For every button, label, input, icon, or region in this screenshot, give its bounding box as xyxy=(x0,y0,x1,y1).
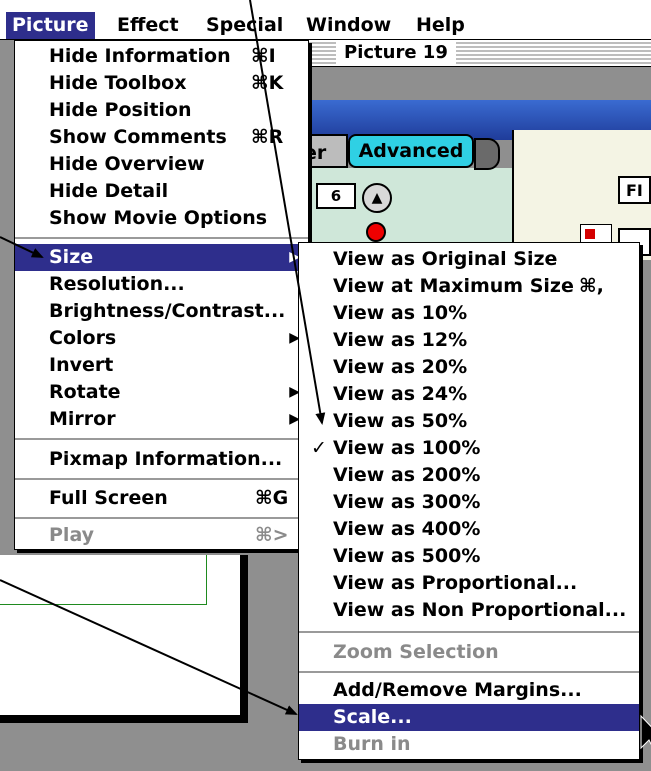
menu-item-full-screen[interactable]: Full Screen ⌘G xyxy=(15,485,308,512)
shortcut: ⌘, xyxy=(579,275,604,297)
menu-effect[interactable]: Effect xyxy=(111,12,185,39)
shortcut: ⌘> xyxy=(255,524,289,546)
menu-item-burn-in: Burn in xyxy=(333,733,411,755)
menu-item-resolution[interactable]: Resolution... xyxy=(15,271,308,298)
menu-item-view-300[interactable]: View as 300% xyxy=(299,489,639,516)
menu-separator xyxy=(15,517,308,519)
selection-line xyxy=(0,604,206,605)
menu-separator xyxy=(15,478,308,480)
menu-item-view-200[interactable]: View as 200% xyxy=(299,462,639,489)
menu-item-view-20[interactable]: View as 20% xyxy=(299,354,639,381)
menu-item-play: Play ⌘> xyxy=(15,522,308,549)
menu-item-view-400[interactable]: View as 400% xyxy=(299,516,639,543)
image-canvas xyxy=(0,555,248,723)
menu-item-invert[interactable]: Invert xyxy=(15,352,308,379)
menu-item-view-10[interactable]: View as 10% xyxy=(299,300,639,327)
menu-item-view-non-proportional[interactable]: View as Non Proportional... xyxy=(299,597,639,624)
menu-item-zoom-selection: Zoom Selection xyxy=(333,641,499,663)
menu-item-hide-overview[interactable]: Hide Overview xyxy=(15,151,308,178)
menu-item-view-50[interactable]: View as 50% xyxy=(299,408,639,435)
menu-item-view-100[interactable]: ✓ View as 100% xyxy=(299,435,639,462)
menu-bar: Picture Effect Special Window Help xyxy=(0,12,651,40)
menu-item-view-12[interactable]: View as 12% xyxy=(299,327,639,354)
menu-item-view-24[interactable]: View as 24% xyxy=(299,381,639,408)
menu-item-rotate[interactable]: Rotate ▶ xyxy=(15,379,308,406)
menu-item-view-500[interactable]: View as 500% xyxy=(299,543,639,570)
menu-item-view-maximum-size[interactable]: View at Maximum Size ⌘, xyxy=(299,273,639,300)
advanced-tab-button[interactable]: Advanced xyxy=(348,134,474,168)
menu-item-show-movie-options[interactable]: Show Movie Options xyxy=(15,205,308,232)
up-arrow-button[interactable]: ▲ xyxy=(362,183,392,213)
selection-line xyxy=(206,555,207,605)
menu-item-hide-information[interactable]: Hide Information ⌘I xyxy=(15,43,308,70)
shortcut: ⌘G xyxy=(255,487,289,509)
menu-item-scale[interactable]: Scale... xyxy=(299,704,639,731)
menu-separator xyxy=(299,671,639,673)
menu-item-mirror[interactable]: Mirror ▶ xyxy=(15,406,308,433)
counter-field[interactable]: 6 xyxy=(316,183,356,209)
size-submenu: View as Original Size View at Maximum Si… xyxy=(298,242,640,760)
menu-separator xyxy=(299,631,639,633)
shortcut: ⌘K xyxy=(251,72,284,94)
window-title: Picture 19 xyxy=(336,42,456,64)
shortcut: ⌘I xyxy=(251,45,276,67)
menu-separator xyxy=(15,237,308,239)
checkmark-icon: ✓ xyxy=(311,437,327,459)
menu-item-hide-position[interactable]: Hide Position xyxy=(15,97,308,124)
menu-item-hide-toolbox[interactable]: Hide Toolbox ⌘K xyxy=(15,70,308,97)
record-indicator-icon xyxy=(366,222,386,242)
menu-item-pixmap-information[interactable]: Pixmap Information... xyxy=(15,446,308,473)
menu-item-hide-detail[interactable]: Hide Detail xyxy=(15,178,308,205)
menu-special[interactable]: Special xyxy=(200,12,289,39)
menu-item-view-original-size[interactable]: View as Original Size xyxy=(299,246,639,273)
text-field-fi[interactable]: FI xyxy=(618,176,651,204)
advanced-tab-cap xyxy=(474,138,500,170)
picture-menu: Hide Information ⌘I Hide Toolbox ⌘K Hide P… xyxy=(14,40,309,550)
menu-item-add-remove-margins[interactable]: Add/Remove Margins... xyxy=(299,677,639,704)
menu-item-show-comments[interactable]: Show Comments ⌘R xyxy=(15,124,308,151)
menu-picture[interactable]: Picture xyxy=(6,12,95,39)
menu-window[interactable]: Window xyxy=(300,12,397,39)
menu-item-colors[interactable]: Colors ▶ xyxy=(15,325,308,352)
shortcut: ⌘R xyxy=(251,126,284,148)
menu-item-view-proportional[interactable]: View as Proportional... xyxy=(299,570,639,597)
menu-item-size[interactable]: Size ▶ xyxy=(15,244,308,271)
menu-item-brightness-contrast[interactable]: Brightness/Contrast... xyxy=(15,298,308,325)
menu-help[interactable]: Help xyxy=(410,12,471,39)
menu-separator xyxy=(15,438,308,440)
